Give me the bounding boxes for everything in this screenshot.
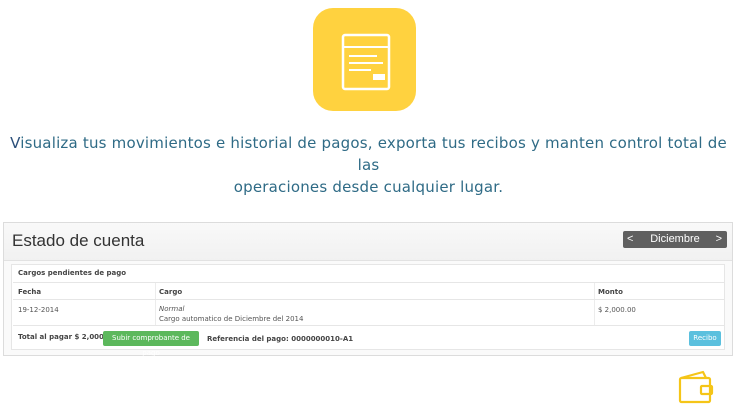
column-header-fecha: Fecha — [18, 288, 42, 296]
tagline-line-1: Visualiza tus movimientos e historial de… — [0, 132, 737, 176]
row-cargo-description: Cargo automatico de Diciembre del 2014 — [159, 315, 304, 323]
column-divider — [594, 283, 595, 325]
wallet-icon — [678, 370, 714, 404]
row-cargo-type: Normal — [159, 305, 185, 313]
tagline-line-2: operaciones desde cualquier lugar. — [233, 178, 504, 196]
tagline: Visualiza tus movimientos e historial de… — [0, 132, 737, 198]
month-selector: Diciembre < > — [623, 231, 727, 248]
row-fecha: 19-12-2014 — [18, 306, 59, 314]
total-to-pay: Total al pagar $ 2,000.00 — [18, 333, 117, 341]
next-month-button[interactable]: > — [716, 233, 722, 245]
tagline-first-letter: V — [10, 134, 21, 152]
column-header-monto: Monto — [598, 288, 623, 296]
divider — [13, 299, 724, 300]
column-header-cargo: Cargo — [159, 288, 183, 296]
row-monto: $ 2,000.00 — [598, 306, 636, 314]
payment-reference: Referencia del pago: 0000000010-A1 — [207, 335, 354, 343]
month-label: Diciembre — [650, 233, 700, 245]
page-title: Estado de cuenta — [12, 231, 145, 250]
previous-month-button[interactable]: < — [627, 233, 633, 245]
receipt-button[interactable]: Recibo — [689, 331, 721, 346]
hero-receipt-tile — [313, 8, 416, 111]
divider — [13, 282, 724, 283]
account-statement-panel: Estado de cuenta Diciembre < > Cargos pe… — [3, 222, 733, 357]
divider — [13, 325, 724, 326]
column-divider — [155, 283, 156, 325]
section-title: Cargos pendientes de pago — [18, 269, 127, 277]
receipt-document-icon — [341, 33, 391, 91]
upload-proof-button[interactable]: Subir comprobante de pago — [103, 331, 199, 357]
pending-charges-table: Cargos pendientes de pago Fecha Cargo Mo… — [11, 264, 725, 357]
panel-header: Estado de cuenta Diciembre < > — [4, 223, 732, 261]
tagline-line-1-text: isualiza tus movimientos e historial de … — [20, 134, 727, 174]
